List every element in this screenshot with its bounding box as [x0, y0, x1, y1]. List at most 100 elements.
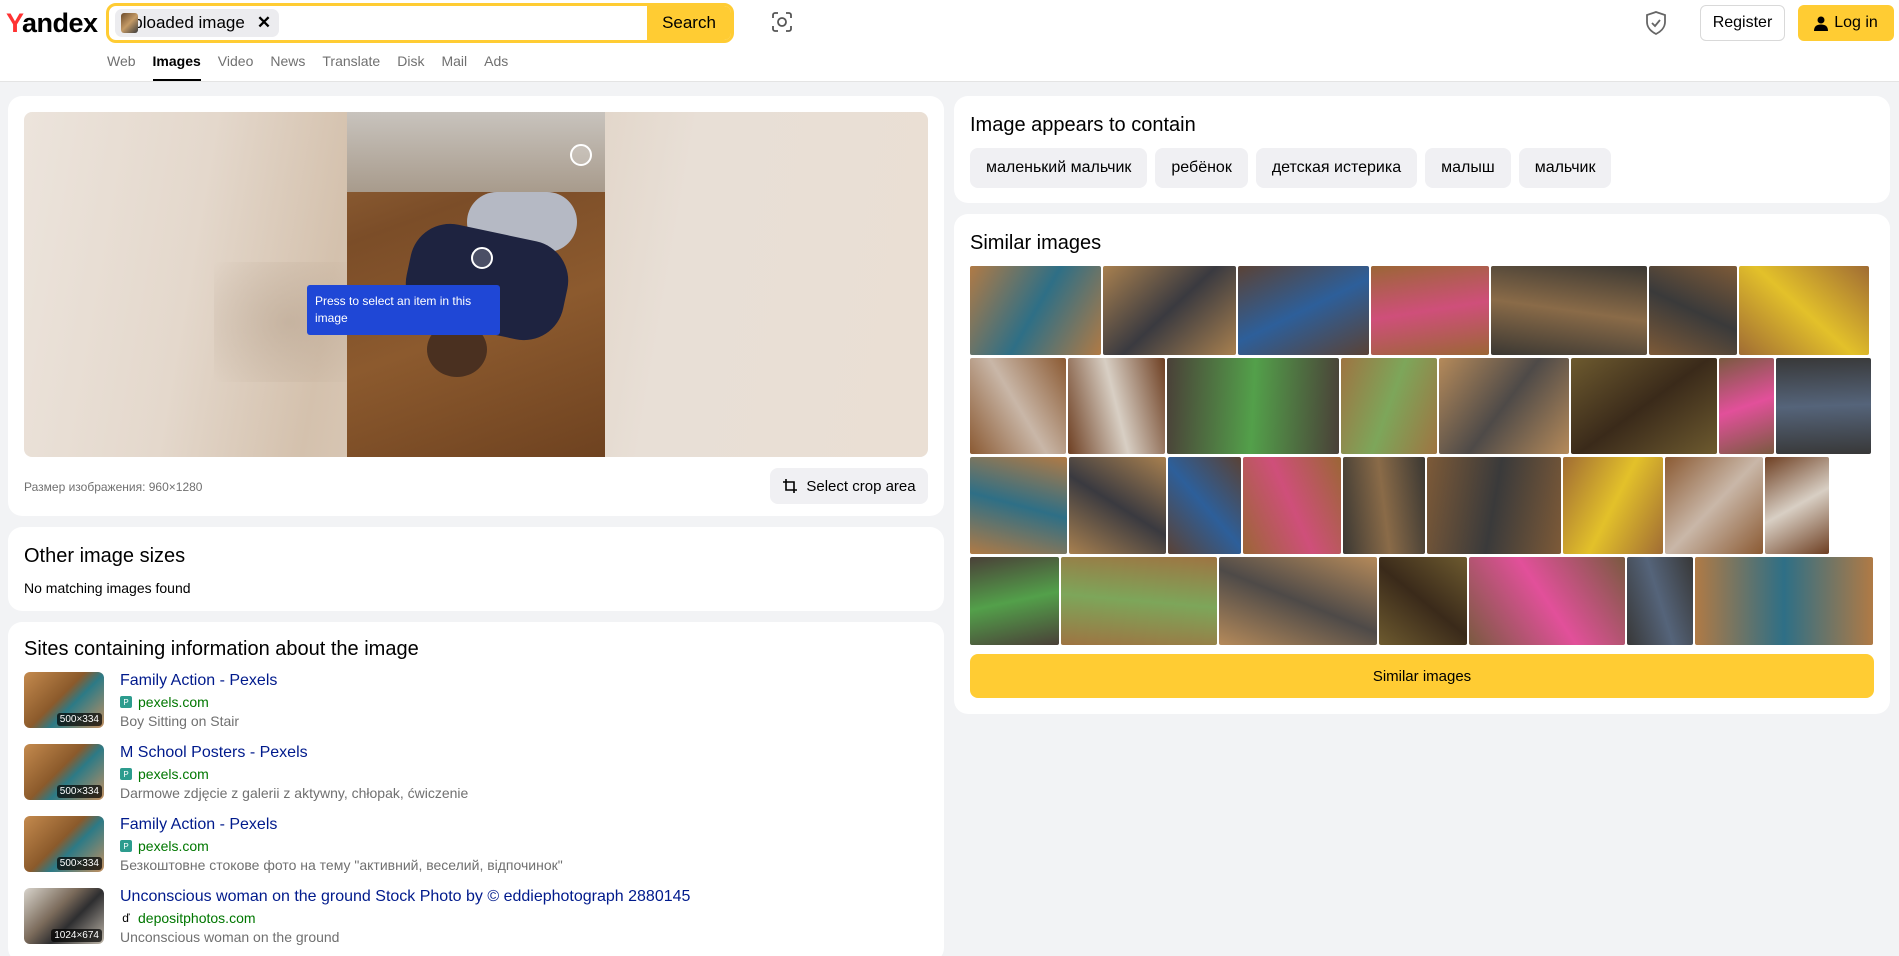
pexels-favicon-icon: P: [120, 696, 132, 708]
other-sizes-card: Other image sizes No matching images fou…: [8, 527, 944, 611]
yandex-logo[interactable]: Yandex: [6, 8, 98, 39]
camera-search-icon[interactable]: [770, 10, 794, 34]
site-domain[interactable]: Ppexels.com: [120, 694, 209, 710]
object-tag[interactable]: малыш: [1425, 148, 1511, 188]
depositphotos-favicon-icon: ď: [120, 911, 132, 925]
other-sizes-title: Other image sizes: [24, 545, 186, 567]
register-button[interactable]: Register: [1700, 5, 1785, 41]
site-domain[interactable]: Ppexels.com: [120, 838, 209, 854]
select-item-tooltip: Press to select an item in this image: [307, 285, 500, 335]
similar-image-thumbnail[interactable]: [1243, 457, 1341, 554]
similar-image-thumbnail[interactable]: [1167, 358, 1339, 454]
site-title-link[interactable]: Family Action - Pexels: [120, 816, 277, 834]
site-result[interactable]: 500×334 M School Posters - Pexels Ppexel…: [24, 744, 924, 806]
similar-image-thumbnail[interactable]: [1427, 457, 1561, 554]
nav-tab-video[interactable]: Video: [218, 53, 254, 81]
site-title-link[interactable]: Unconscious woman on the ground Stock Ph…: [120, 888, 690, 906]
object-select-dot[interactable]: [570, 144, 592, 166]
login-label: Log in: [1834, 14, 1878, 31]
similar-image-thumbnail[interactable]: [1103, 266, 1236, 355]
thumbnail-dimensions: 500×334: [56, 713, 102, 726]
similar-image-thumbnail[interactable]: [1343, 457, 1425, 554]
search-bar[interactable]: Uploaded image ✕ Search: [106, 3, 734, 43]
uploaded-image-chip[interactable]: Uploaded image ✕: [115, 9, 280, 37]
tag-list: маленький мальчик ребёнок детская истерика…: [970, 148, 1612, 188]
no-match-message: No matching images found: [24, 580, 191, 596]
site-thumbnail[interactable]: 500×334: [24, 816, 104, 872]
header: Yandex Uploaded image ✕ Search Register …: [0, 0, 1899, 82]
nav-tab-translate[interactable]: Translate: [322, 53, 380, 81]
similar-image-thumbnail[interactable]: [1379, 557, 1467, 645]
pexels-favicon-icon: P: [120, 768, 132, 780]
crop-label: Select crop area: [806, 477, 916, 495]
site-domain[interactable]: ď depositphotos.com: [120, 910, 256, 926]
object-tag[interactable]: мальчик: [1518, 148, 1612, 188]
similar-image-thumbnail[interactable]: [1695, 557, 1873, 645]
similar-image-thumbnail[interactable]: [1371, 266, 1489, 355]
similar-image-thumbnail[interactable]: [970, 457, 1067, 554]
similar-image-thumbnail[interactable]: [970, 266, 1101, 355]
similar-image-thumbnail[interactable]: [1439, 358, 1569, 454]
thumbnail-dimensions: 500×334: [56, 857, 102, 870]
site-thumbnail[interactable]: 1024×674: [24, 888, 104, 944]
site-result[interactable]: 500×334 Family Action - Pexels Ppexels.c…: [24, 672, 924, 734]
similar-image-thumbnail[interactable]: [1341, 358, 1437, 454]
site-domain[interactable]: Ppexels.com: [120, 766, 209, 782]
pexels-favicon-icon: P: [120, 840, 132, 852]
user-icon: [1814, 16, 1829, 31]
object-tag[interactable]: ребёнок: [1155, 148, 1248, 188]
login-button[interactable]: Log in: [1798, 5, 1894, 41]
similar-image-thumbnail[interactable]: [1765, 457, 1829, 554]
similar-image-thumbnail[interactable]: [1571, 358, 1717, 454]
nav-tab-news[interactable]: News: [270, 53, 305, 81]
site-description: Darmowe zdjęcie z galerii z aktywny, chł…: [120, 785, 469, 801]
similar-image-thumbnail[interactable]: [1491, 266, 1647, 355]
object-tag[interactable]: детская истерика: [1255, 148, 1418, 188]
site-thumbnail[interactable]: 500×334: [24, 672, 104, 728]
crop-icon: [783, 479, 798, 493]
similar-image-thumbnail[interactable]: [1168, 457, 1241, 554]
image-preview-card: Press to select an item in this image Ра…: [8, 96, 944, 516]
thumbnail-dimensions: 500×334: [56, 785, 102, 798]
sites-card: Sites containing information about the i…: [8, 622, 944, 956]
site-result[interactable]: 500×334 Family Action - Pexels Ppexels.c…: [24, 816, 924, 878]
uploaded-image-label: Uploaded image: [121, 13, 245, 32]
object-tag[interactable]: маленький мальчик: [970, 148, 1148, 188]
similar-image-thumbnail[interactable]: [1069, 457, 1166, 554]
similar-image-thumbnail[interactable]: [1061, 557, 1217, 645]
site-result[interactable]: 1024×674 Unconscious woman on the ground…: [24, 888, 924, 950]
similar-image-thumbnail[interactable]: [1469, 557, 1625, 645]
similar-image-thumbnail[interactable]: [1563, 457, 1663, 554]
site-title-link[interactable]: M School Posters - Pexels: [120, 744, 308, 762]
nav-tab-images[interactable]: Images: [152, 53, 201, 81]
site-description: Безкоштовне стокове фото на тему "активн…: [120, 857, 563, 873]
similar-images-button[interactable]: Similar images: [970, 654, 1874, 698]
site-thumbnail[interactable]: 500×334: [24, 744, 104, 800]
similar-image-thumbnail[interactable]: [1238, 266, 1369, 355]
search-button[interactable]: Search: [647, 6, 731, 40]
nav-tab-disk[interactable]: Disk: [397, 53, 424, 81]
similar-image-thumbnail[interactable]: [1068, 358, 1165, 454]
clear-image-icon[interactable]: ✕: [257, 13, 271, 33]
image-contains-card: Image appears to contain маленький мальч…: [954, 96, 1890, 203]
nav-tab-mail[interactable]: Mail: [441, 53, 467, 81]
similar-images-card: Similar images Similar images: [954, 214, 1890, 714]
uploaded-image-thumbnail: [121, 13, 138, 33]
similar-image-thumbnail[interactable]: [1627, 557, 1693, 645]
nav-tab-web[interactable]: Web: [107, 53, 136, 81]
object-select-dot[interactable]: [471, 247, 493, 269]
nav-tab-ads[interactable]: Ads: [484, 53, 508, 81]
similar-image-thumbnail[interactable]: [1665, 457, 1763, 554]
image-contains-title: Image appears to contain: [970, 114, 1196, 136]
similar-image-thumbnail[interactable]: [1739, 266, 1869, 355]
similar-image-thumbnail[interactable]: [1776, 358, 1871, 454]
similar-image-thumbnail[interactable]: [1719, 358, 1774, 454]
select-crop-area-button[interactable]: Select crop area: [770, 468, 928, 504]
shield-icon[interactable]: [1644, 10, 1668, 36]
similar-image-thumbnail[interactable]: [970, 557, 1059, 645]
similar-image-thumbnail[interactable]: [1649, 266, 1737, 355]
site-description: Boy Sitting on Stair: [120, 713, 240, 729]
similar-image-thumbnail[interactable]: [970, 358, 1066, 454]
similar-image-thumbnail[interactable]: [1219, 557, 1377, 645]
site-title-link[interactable]: Family Action - Pexels: [120, 672, 277, 690]
